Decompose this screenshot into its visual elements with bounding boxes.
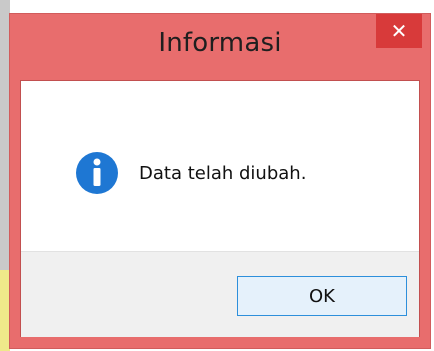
background-yellow-edge bbox=[0, 270, 10, 351]
ok-button[interactable]: OK bbox=[237, 276, 407, 316]
background-top-right bbox=[410, 0, 434, 14]
background-window-edge bbox=[0, 0, 10, 351]
dialog-message: Data telah diubah. bbox=[139, 163, 307, 184]
message-dialog: Informasi ✕ Data telah diubah. OK bbox=[10, 14, 430, 348]
info-icon bbox=[76, 152, 118, 194]
close-icon: ✕ bbox=[390, 19, 408, 43]
dialog-content: Data telah diubah. bbox=[21, 81, 419, 251]
dialog-client-area: Data telah diubah. OK bbox=[20, 80, 420, 337]
dialog-title: Informasi bbox=[158, 28, 282, 58]
dialog-titlebar[interactable]: Informasi ✕ bbox=[10, 14, 430, 80]
dialog-footer: OK bbox=[21, 251, 419, 337]
screen: Informasi ✕ Data telah diubah. OK bbox=[0, 0, 434, 351]
close-button[interactable]: ✕ bbox=[376, 14, 422, 48]
